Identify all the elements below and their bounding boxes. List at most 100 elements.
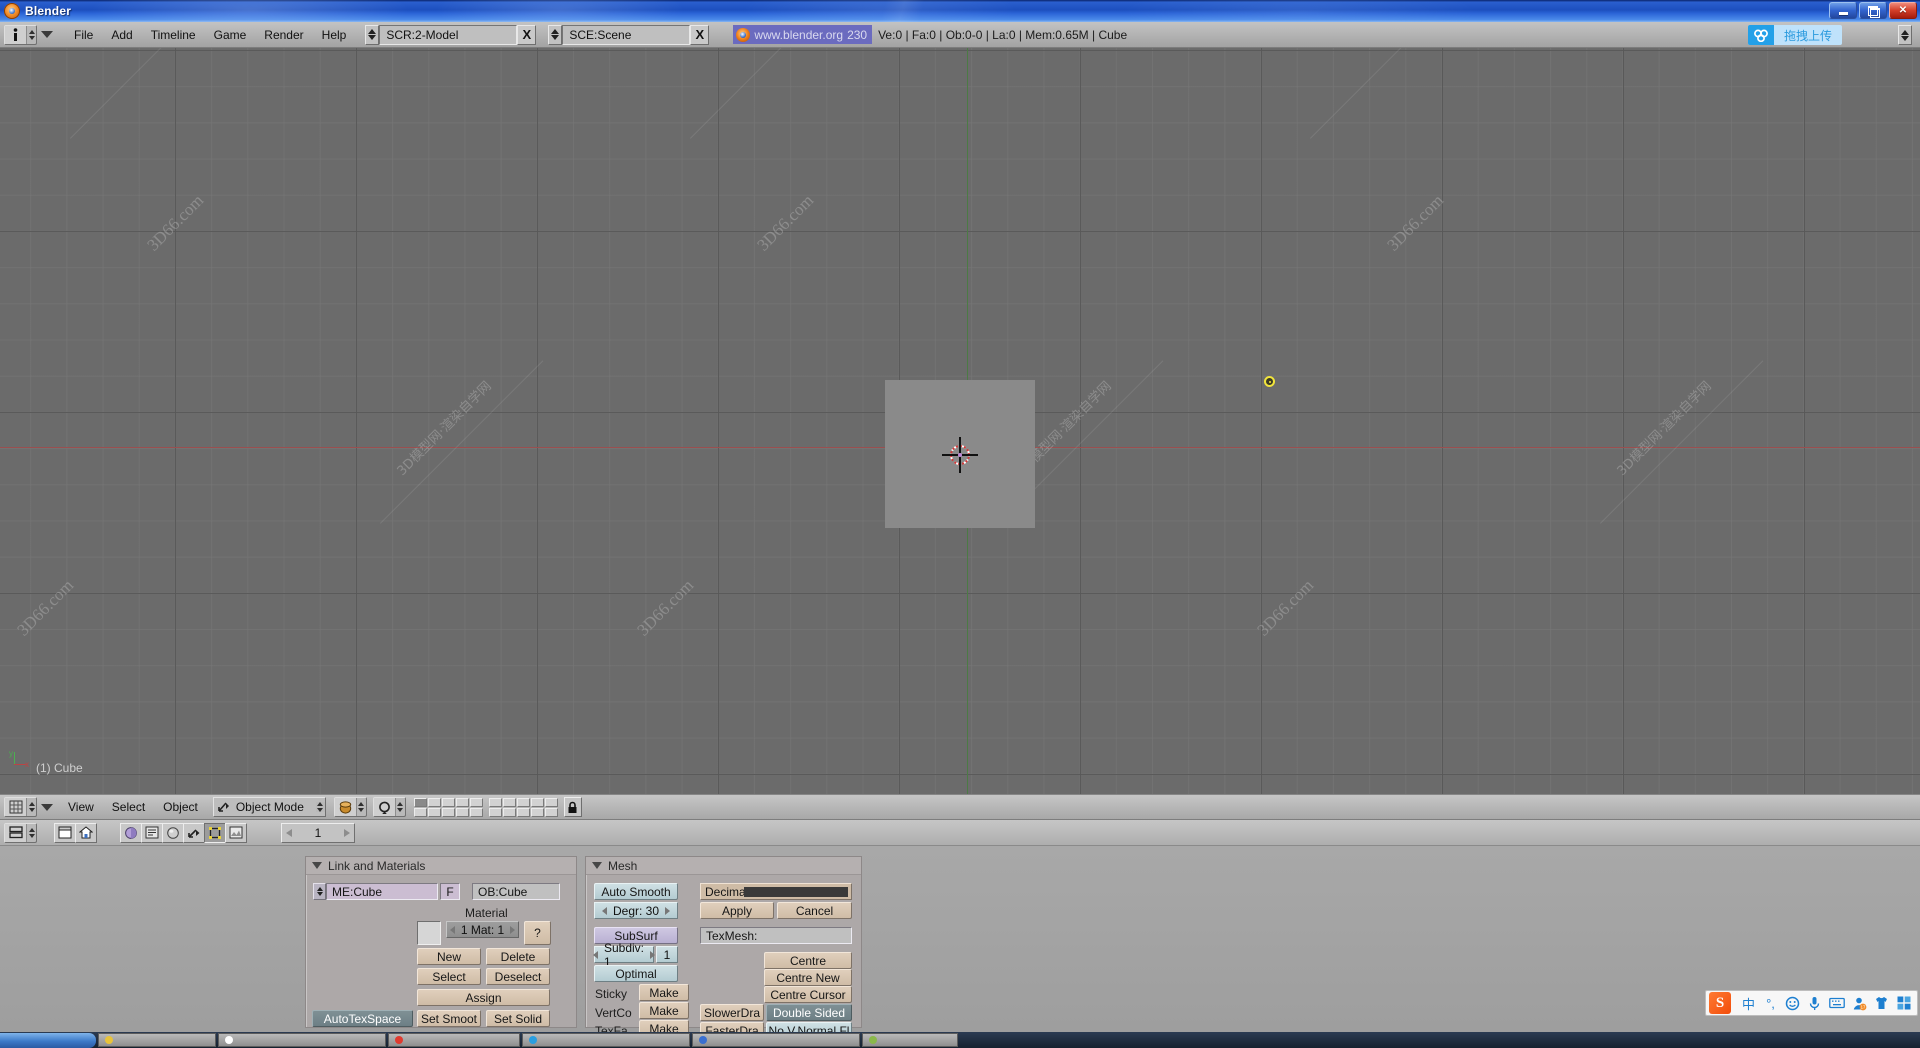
frame-field[interactable]: 1 <box>281 822 355 843</box>
auto-smooth-button[interactable]: Auto Smooth <box>594 883 678 900</box>
menu-collapse-icon[interactable] <box>41 31 53 38</box>
set-smooth-button[interactable]: Set Smoot <box>417 1010 481 1027</box>
layer-8[interactable] <box>516 797 530 807</box>
ime-keyboard-icon[interactable] <box>1829 997 1845 1009</box>
menu-render[interactable]: Render <box>255 26 312 44</box>
object-name-field[interactable]: OB:Cube <box>472 883 560 900</box>
buttons-type-spinner[interactable] <box>27 827 36 838</box>
panel-header-mesh[interactable]: Mesh <box>586 857 861 875</box>
fake-user-button[interactable]: F <box>440 883 460 900</box>
layer-4[interactable] <box>455 797 469 807</box>
material-index-field[interactable]: 1 Mat: 1 <box>446 921 519 938</box>
sticky-make-button[interactable]: Make <box>639 984 689 1001</box>
ime-voice-icon[interactable] <box>1807 996 1822 1011</box>
ime-emoji-icon[interactable] <box>1785 996 1800 1011</box>
header-spinner[interactable] <box>1898 25 1912 45</box>
subdiv-field[interactable]: Subdiv: 1 <box>592 941 656 969</box>
screen-selector[interactable]: SCR:2-Model <box>379 24 518 45</box>
scene-delete-button[interactable]: X <box>690 24 710 45</box>
auto-tex-space-button[interactable]: AutoTexSpace <box>312 1010 413 1027</box>
taskbar-item[interactable] <box>522 1033 690 1047</box>
new-material-button[interactable]: New <box>417 948 481 965</box>
windows-taskbar[interactable] <box>0 1032 1920 1048</box>
layer-11[interactable] <box>413 807 427 817</box>
ime-punctuation-icon[interactable]: °, <box>1763 996 1778 1011</box>
material-next-icon[interactable] <box>510 925 516 934</box>
layer-15[interactable] <box>469 807 483 817</box>
layer-18[interactable] <box>516 807 530 817</box>
menu-file[interactable]: File <box>65 26 102 44</box>
layer-19[interactable] <box>530 807 544 817</box>
scene-spinner[interactable] <box>548 24 563 45</box>
frame-next-icon[interactable] <box>344 828 350 837</box>
object-icon[interactable] <box>162 822 184 843</box>
scene-selector[interactable]: SCE:Scene <box>562 24 691 45</box>
taskbar-item[interactable] <box>218 1033 386 1047</box>
shading-icon[interactable] <box>120 822 142 843</box>
centre-button[interactable]: Centre <box>764 952 852 969</box>
viewport-menu-collapse-icon[interactable] <box>41 803 53 811</box>
upload-widget[interactable]: 拖拽上传 <box>1747 25 1842 45</box>
home-icon[interactable] <box>75 822 97 843</box>
vertco-make-button[interactable]: Make <box>639 1002 689 1019</box>
buttons-window-type-selector[interactable] <box>4 822 37 843</box>
window-type-selector[interactable] <box>4 24 37 45</box>
draw-type-selector[interactable] <box>333 797 367 817</box>
mode-selector[interactable]: Object Mode <box>212 797 326 817</box>
layer-20[interactable] <box>544 807 558 817</box>
scene-icon[interactable] <box>141 822 163 843</box>
deselect-button[interactable]: Deselect <box>486 968 550 985</box>
material-color-swatch[interactable] <box>417 921 441 945</box>
pivot-spinner[interactable] <box>395 802 405 812</box>
ime-language-icon[interactable]: 中 <box>1741 994 1756 1013</box>
screen-spinner[interactable] <box>365 24 380 45</box>
ime-more-icon[interactable] <box>1896 996 1911 1010</box>
set-solid-button[interactable]: Set Solid <box>486 1010 550 1027</box>
layer-12[interactable] <box>427 807 441 817</box>
chevron-down-icon[interactable] <box>592 862 602 869</box>
viewport-type-spinner[interactable] <box>27 802 36 812</box>
slower-draw-button[interactable]: SlowerDra <box>700 1004 764 1021</box>
layer-14[interactable] <box>455 807 469 817</box>
screen-delete-button[interactable]: X <box>517 24 537 45</box>
viewport-menu-select[interactable]: Select <box>103 798 154 816</box>
layer-2[interactable] <box>427 797 441 807</box>
chevron-down-icon[interactable] <box>312 862 322 869</box>
cancel-button[interactable]: Cancel <box>777 902 852 919</box>
close-button[interactable]: ✕ <box>1889 2 1917 19</box>
ime-toolbar[interactable]: S 中 °, 17 <box>1705 990 1918 1016</box>
window-type-spinner[interactable] <box>27 29 36 40</box>
ime-user-icon[interactable]: 17 <box>1852 996 1867 1011</box>
minimize-button[interactable] <box>1829 2 1857 19</box>
restore-button[interactable] <box>1859 2 1887 19</box>
panel-header-link-and-materials[interactable]: Link and Materials <box>306 857 576 875</box>
editing-icon[interactable] <box>204 822 226 843</box>
viewport-menu-view[interactable]: View <box>59 798 103 816</box>
ime-skin-icon[interactable] <box>1874 996 1889 1010</box>
constraints-icon[interactable] <box>183 822 205 843</box>
material-prev-icon[interactable] <box>449 925 455 934</box>
layer-10[interactable] <box>544 797 558 807</box>
texmesh-field[interactable]: TexMesh: <box>700 927 852 944</box>
taskbar-item[interactable] <box>692 1033 860 1047</box>
start-button[interactable] <box>0 1032 96 1048</box>
select-button[interactable]: Select <box>417 968 481 985</box>
taskbar-item[interactable] <box>862 1033 958 1047</box>
centre-cursor-button[interactable]: Centre Cursor <box>764 986 852 1003</box>
viewport-menu-object[interactable]: Object <box>154 798 207 816</box>
layer-6[interactable] <box>488 797 502 807</box>
pivot-selector[interactable] <box>372 797 406 817</box>
taskbar-item[interactable] <box>388 1033 520 1047</box>
mode-spinner[interactable] <box>315 802 325 812</box>
3d-viewport[interactable]: 3D66.com 3D66.com 3D66.com 3D66.com 3D66… <box>0 48 1920 794</box>
sogou-logo-icon[interactable]: S <box>1709 992 1731 1014</box>
double-sided-button[interactable]: Double Sided <box>766 1004 852 1021</box>
optimal-button[interactable]: Optimal <box>594 965 678 982</box>
layer-13[interactable] <box>441 807 455 817</box>
degr-field[interactable]: Degr: 30 <box>594 902 678 919</box>
layer-17[interactable] <box>502 807 516 817</box>
draw-type-spinner[interactable] <box>356 802 366 812</box>
layer-16[interactable] <box>488 807 502 817</box>
scripts-icon[interactable] <box>225 822 247 843</box>
lock-button[interactable] <box>563 797 582 817</box>
